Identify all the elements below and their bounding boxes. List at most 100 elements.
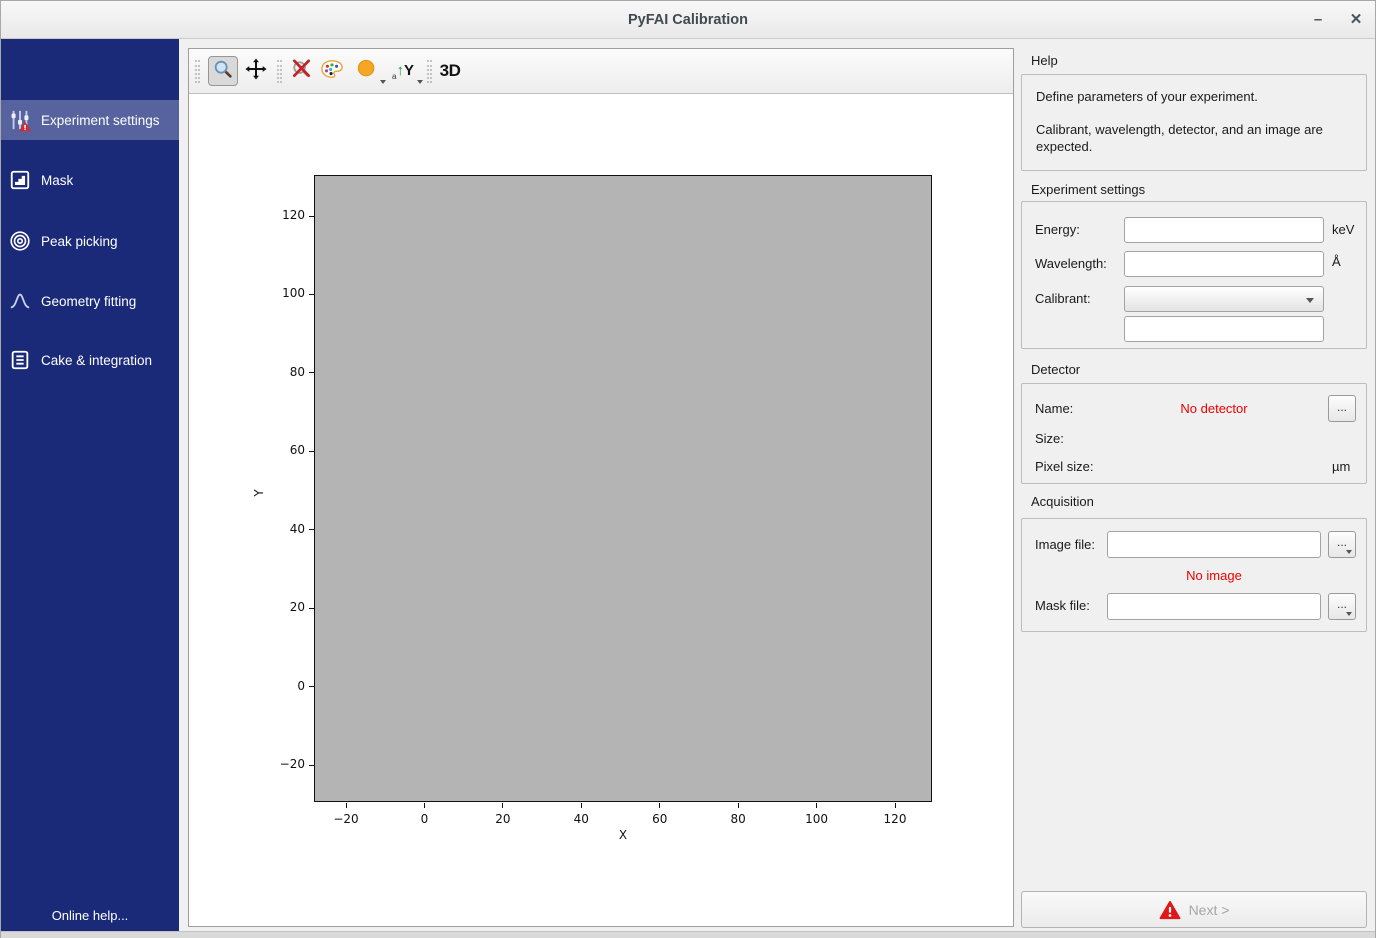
- y-tick-mark: [309, 765, 314, 766]
- help-paragraph: Define parameters of your experiment.: [1036, 88, 1352, 105]
- 3d-view-button[interactable]: 3D: [435, 56, 465, 86]
- sidebar-item-experiment-settings[interactable]: Experiment settings: [1, 100, 179, 140]
- x-tick-mark: [895, 803, 896, 808]
- dropdown-caret-icon: [417, 80, 423, 84]
- x-tick-label: −20: [321, 812, 371, 826]
- sidebar-item-label: Peak picking: [41, 234, 118, 249]
- help-section-title: Help: [1031, 53, 1058, 68]
- detector-browse-button[interactable]: ...: [1328, 395, 1356, 422]
- detector-name-label: Name:: [1035, 401, 1073, 416]
- help-paragraph: Calibrant, wavelength, detector, and an …: [1036, 121, 1352, 155]
- y-tick-mark: [309, 608, 314, 609]
- detector-size-label: Size:: [1035, 431, 1064, 446]
- x-tick-label: 120: [870, 812, 920, 826]
- x-tick-label: 0: [399, 812, 449, 826]
- pan-mode-button[interactable]: [241, 56, 271, 86]
- y-axis-icon: a↑Y: [392, 62, 414, 81]
- browse-label: ...: [1337, 535, 1347, 549]
- detector-box: Name: No detector ... Size: Pixel size: …: [1021, 383, 1367, 484]
- wavelength-unit: Å: [1332, 254, 1341, 269]
- sidebar-item-geometry-fitting[interactable]: Geometry fitting: [1, 281, 179, 321]
- mask-tools-button[interactable]: [352, 56, 382, 86]
- x-tick-label: 60: [635, 812, 685, 826]
- 3d-label: 3D: [440, 61, 461, 81]
- next-button[interactable]: Next >: [1021, 891, 1367, 928]
- sidebar: Experiment settings Mask Peak picking: [1, 39, 179, 931]
- y-tick-mark: [309, 529, 314, 530]
- plot-canvas[interactable]: −20020406080100120120100806040200−20 X Y: [189, 94, 1013, 926]
- image-file-browse-button[interactable]: ...: [1328, 531, 1356, 558]
- unzoom-icon: [290, 57, 313, 85]
- y-tick-label: 0: [249, 679, 305, 693]
- mask-file-browse-button[interactable]: ...: [1328, 593, 1356, 620]
- browse-label: ...: [1337, 400, 1347, 414]
- experiment-settings-box: Energy: keV Wavelength: Å Calibrant:: [1021, 201, 1367, 349]
- orange-circle-icon: [356, 58, 378, 85]
- acquisition-box: Image file: ... No image Mask file: ...: [1021, 518, 1367, 632]
- y-tick-label: 100: [249, 286, 305, 300]
- app-window: PyFAI Calibration – ✕ Experiment setting…: [0, 0, 1376, 938]
- plot-data-area[interactable]: [314, 175, 932, 802]
- energy-label: Energy:: [1035, 222, 1080, 237]
- y-tick-label: 80: [249, 365, 305, 379]
- image-status: No image: [1107, 568, 1321, 583]
- sidebar-item-label: Mask: [41, 173, 73, 188]
- y-axis-orientation-button[interactable]: a↑Y: [386, 56, 420, 86]
- sidebar-item-cake-integration[interactable]: Cake & integration: [1, 340, 179, 380]
- experiment-settings-title: Experiment settings: [1031, 182, 1145, 197]
- online-help-link[interactable]: Online help...: [1, 908, 179, 923]
- colormap-button[interactable]: [317, 56, 347, 86]
- y-tick-mark: [309, 686, 314, 687]
- sidebar-item-label: Geometry fitting: [41, 294, 136, 309]
- calibrant-dropdown[interactable]: [1124, 286, 1324, 312]
- pan-arrows-icon: [245, 58, 267, 85]
- wavelength-label: Wavelength:: [1035, 256, 1107, 271]
- reset-zoom-button[interactable]: [286, 56, 316, 86]
- toolbar-separator: [427, 60, 432, 83]
- y-tick-mark: [309, 372, 314, 373]
- peak-picking-icon: [9, 230, 31, 252]
- dropdown-caret-icon: [1346, 612, 1352, 616]
- detector-name-value: No detector: [1107, 401, 1321, 416]
- browse-label: ...: [1337, 597, 1347, 611]
- x-tick-mark: [816, 803, 817, 808]
- x-tick-label: 80: [713, 812, 763, 826]
- detector-pixel-size-label: Pixel size:: [1035, 459, 1094, 474]
- image-file-label: Image file:: [1035, 537, 1095, 552]
- x-tick-label: 40: [556, 812, 606, 826]
- sidebar-item-peak-picking[interactable]: Peak picking: [1, 221, 179, 261]
- dropdown-caret-icon: [1306, 298, 1314, 303]
- magnifier-icon: [212, 58, 234, 85]
- settings-panel: Help Define parameters of your experimen…: [1020, 1, 1376, 938]
- energy-unit: keV: [1332, 222, 1354, 237]
- cake-integration-icon: [9, 349, 31, 371]
- experiment-settings-icon: [9, 109, 31, 131]
- wavelength-input[interactable]: [1124, 251, 1324, 277]
- y-tick-label: −20: [249, 757, 305, 771]
- x-tick-mark: [659, 803, 660, 808]
- sidebar-item-label: Cake & integration: [41, 353, 152, 368]
- next-button-label: Next >: [1189, 902, 1230, 918]
- y-tick-label: 20: [249, 600, 305, 614]
- detector-section-title: Detector: [1031, 362, 1080, 377]
- calibrant-filter-input[interactable]: [1124, 316, 1324, 342]
- plot-panel: a↑Y 3D −20020406080100120120100806040200…: [188, 48, 1014, 927]
- zoom-mode-button[interactable]: [208, 56, 238, 86]
- toolbar-grip[interactable]: [195, 60, 200, 83]
- geometry-fitting-icon: [9, 290, 31, 312]
- energy-input[interactable]: [1124, 217, 1324, 243]
- y-tick-label: 120: [249, 208, 305, 222]
- y-tick-mark: [309, 451, 314, 452]
- sidebar-item-label: Experiment settings: [41, 113, 160, 128]
- sidebar-item-mask[interactable]: Mask: [1, 160, 179, 200]
- calibrant-label: Calibrant:: [1035, 291, 1091, 306]
- mask-file-input[interactable]: [1107, 593, 1321, 620]
- x-tick-mark: [346, 803, 347, 808]
- y-tick-label: 60: [249, 443, 305, 457]
- mask-file-label: Mask file:: [1035, 598, 1090, 613]
- mask-icon: [9, 169, 31, 191]
- toolbar-separator: [277, 60, 282, 83]
- image-file-input[interactable]: [1107, 531, 1321, 558]
- y-axis-label: Y: [252, 483, 266, 503]
- acquisition-section-title: Acquisition: [1031, 494, 1094, 509]
